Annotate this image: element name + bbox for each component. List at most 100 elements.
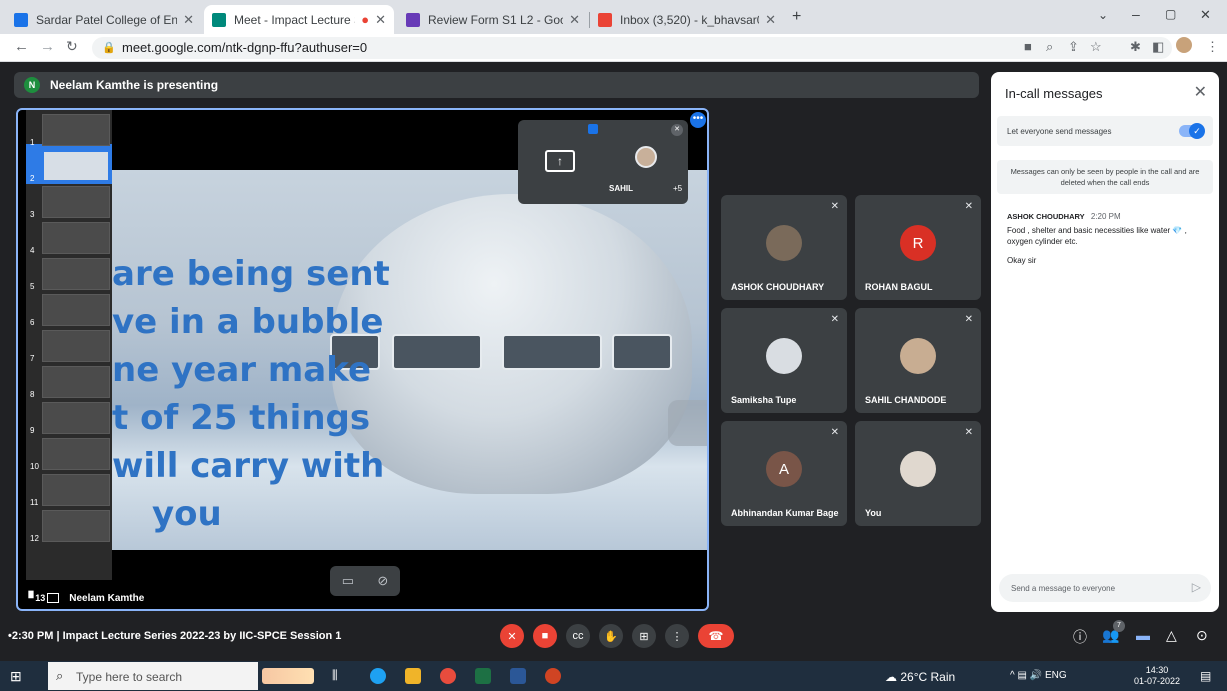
- profile-avatar[interactable]: [1176, 37, 1192, 53]
- slide-thumbnail[interactable]: [42, 150, 110, 182]
- message-placeholder: Send a message to everyone: [1011, 584, 1116, 593]
- excel-icon[interactable]: [475, 668, 491, 684]
- new-tab-button[interactable]: +: [792, 8, 801, 26]
- slide-thumbnail[interactable]: [42, 402, 110, 434]
- close-panel-icon[interactable]: ✕: [1194, 82, 1207, 102]
- host-controls-icon[interactable]: ⊙: [1196, 627, 1208, 644]
- share-page-icon[interactable]: ⇪: [1068, 39, 1079, 55]
- info-icon[interactable]: ⓘ: [1073, 627, 1087, 647]
- browser-tab-forms[interactable]: Review Form S1 L2 - Google For ✕: [398, 5, 588, 34]
- toggle-label: Let everyone send messages: [1007, 127, 1112, 136]
- notifications-icon[interactable]: ▤: [1200, 669, 1211, 683]
- browser-tab-gmail[interactable]: Inbox (3,520) - k_bhavsar01@spc ✕: [590, 5, 784, 34]
- weather-widget[interactable]: ☁ 26°C Rain: [885, 670, 955, 684]
- present-button[interactable]: ⊞: [632, 624, 656, 648]
- layout-icon[interactable]: ▭: [342, 573, 354, 589]
- presenter-name: Neelam Kamthe: [69, 592, 145, 604]
- pin-icon[interactable]: ▝: [24, 591, 33, 605]
- send-icon[interactable]: ▷: [1192, 580, 1201, 594]
- bookmark-star-icon[interactable]: ☆: [1090, 39, 1102, 55]
- scroll-handle[interactable]: [668, 400, 707, 446]
- browser-tab-spce[interactable]: Sardar Patel College of Engineeri ✕: [6, 5, 202, 34]
- camera-icon[interactable]: ■: [1024, 39, 1032, 54]
- slide-thumbnail[interactable]: [42, 186, 110, 218]
- participant-tile-self[interactable]: ✕ You: [855, 421, 981, 526]
- windows-start-icon[interactable]: ⊞: [10, 668, 22, 685]
- back-icon[interactable]: ←: [14, 38, 29, 55]
- extensions-icon[interactable]: ✱: [1130, 39, 1141, 55]
- slide-thumbnail[interactable]: [42, 258, 110, 290]
- message-input[interactable]: Send a message to everyone ▷: [999, 574, 1211, 602]
- volume-icon[interactable]: 🔊: [1030, 670, 1042, 681]
- camera-toggle-button[interactable]: ■: [533, 624, 557, 648]
- minimize-icon[interactable]: –: [1132, 6, 1140, 22]
- avatar: [766, 225, 802, 261]
- presentation-stage[interactable]: are being sent ve in a bubble ne year ma…: [16, 108, 709, 611]
- network-icon[interactable]: ▤: [1017, 670, 1029, 681]
- raise-hand-button[interactable]: ✋: [599, 624, 623, 648]
- meeting-info: •2:30 PM | Impact Lecture Series 2022-23…: [8, 630, 342, 642]
- close-window-icon[interactable]: ✕: [1200, 7, 1211, 23]
- pin-icon[interactable]: [588, 124, 598, 134]
- browser-tab-strip: Sardar Patel College of Engineeri ✕ Meet…: [0, 0, 1227, 34]
- tab-title: Review Form S1 L2 - Google For: [428, 12, 563, 27]
- slide-thumbnail[interactable]: [42, 366, 110, 398]
- leave-call-button[interactable]: ☎: [698, 624, 734, 648]
- close-tab-icon[interactable]: ✕: [183, 12, 194, 28]
- chrome-icon[interactable]: [440, 668, 456, 684]
- chat-icon[interactable]: ▬: [1136, 627, 1150, 643]
- slide-thumbnail[interactable]: [42, 294, 110, 326]
- close-tab-icon[interactable]: ✕: [765, 12, 776, 28]
- taskbar-search[interactable]: ⌕ Type here to search: [48, 662, 258, 690]
- annotate-icon[interactable]: ⊘: [377, 573, 388, 589]
- slide-thumbnail-number: 8: [30, 390, 35, 399]
- window: [392, 334, 482, 370]
- slide-thumbnail[interactable]: [42, 474, 110, 506]
- chevron-up-icon[interactable]: ^: [1010, 670, 1015, 681]
- present-icon: [47, 593, 60, 603]
- word-icon[interactable]: [510, 668, 526, 684]
- slide-thumbnail[interactable]: [42, 510, 110, 542]
- close-tab-icon[interactable]: ✕: [375, 12, 386, 28]
- slide-thumbnail[interactable]: [42, 438, 110, 470]
- language-indicator[interactable]: ENG: [1045, 670, 1067, 681]
- slide-line: t of 25 things: [112, 398, 371, 438]
- avatar: A: [766, 451, 802, 487]
- slide-thumbnail[interactable]: [42, 114, 110, 146]
- powerpoint-icon[interactable]: [545, 668, 561, 684]
- clock-time: 14:30: [1145, 665, 1169, 675]
- slide-thumbnail-number: 3: [30, 210, 35, 219]
- news-widget-icon[interactable]: [262, 668, 314, 684]
- mic-toggle-button[interactable]: ✕: [500, 624, 524, 648]
- taskbar-clock[interactable]: 14:30 01-07-2022: [1134, 665, 1180, 687]
- task-view-icon[interactable]: ⫼: [332, 668, 348, 684]
- participant-tile[interactable]: ✕ A Abhinandan Kumar Bage: [721, 421, 847, 526]
- file-explorer-icon[interactable]: [405, 668, 421, 684]
- allow-messages-row: Let everyone send messages ✓: [997, 116, 1213, 146]
- forward-icon[interactable]: →: [40, 38, 55, 55]
- slide-line: will carry with: [112, 446, 385, 486]
- participant-tile[interactable]: ✕ R ROHAN BAGUL: [855, 195, 981, 300]
- self-share-tile[interactable]: ↑ SAHIL +5 ✕: [518, 120, 688, 204]
- recording-dot-icon: ●: [361, 12, 370, 27]
- more-options-button[interactable]: ⋮: [665, 624, 689, 648]
- maximize-icon[interactable]: ▢: [1165, 7, 1176, 21]
- zoom-icon[interactable]: ⌕: [1046, 39, 1053, 55]
- activities-icon[interactable]: △: [1166, 627, 1177, 644]
- url-bar[interactable]: 🔒 meet.google.com/ntk-dgnp-ffu?authuser=…: [92, 37, 1172, 59]
- captions-button[interactable]: cc: [566, 624, 590, 648]
- menu-dots-icon[interactable]: ⋮: [1206, 39, 1219, 55]
- edge-icon[interactable]: [370, 668, 386, 684]
- reload-icon[interactable]: ↻: [66, 38, 78, 55]
- browser-tab-meet[interactable]: Meet - Impact Lecture Series ● ✕: [204, 5, 394, 34]
- tab-search-icon[interactable]: ⌄: [1098, 8, 1108, 22]
- slide-thumbnail[interactable]: [42, 330, 110, 362]
- more-options-icon[interactable]: •••: [690, 112, 706, 128]
- participant-tile[interactable]: ✕ SAHIL CHANDODE: [855, 308, 981, 413]
- allow-messages-toggle[interactable]: ✓: [1179, 123, 1205, 139]
- participant-tile[interactable]: ✕ Samiksha Tupe: [721, 308, 847, 413]
- close-tab-icon[interactable]: ✕: [569, 12, 580, 28]
- participant-tile[interactable]: ✕ ASHOK CHOUDHARY: [721, 195, 847, 300]
- slide-thumbnail[interactable]: [42, 222, 110, 254]
- side-panel-icon[interactable]: ◧: [1152, 39, 1164, 55]
